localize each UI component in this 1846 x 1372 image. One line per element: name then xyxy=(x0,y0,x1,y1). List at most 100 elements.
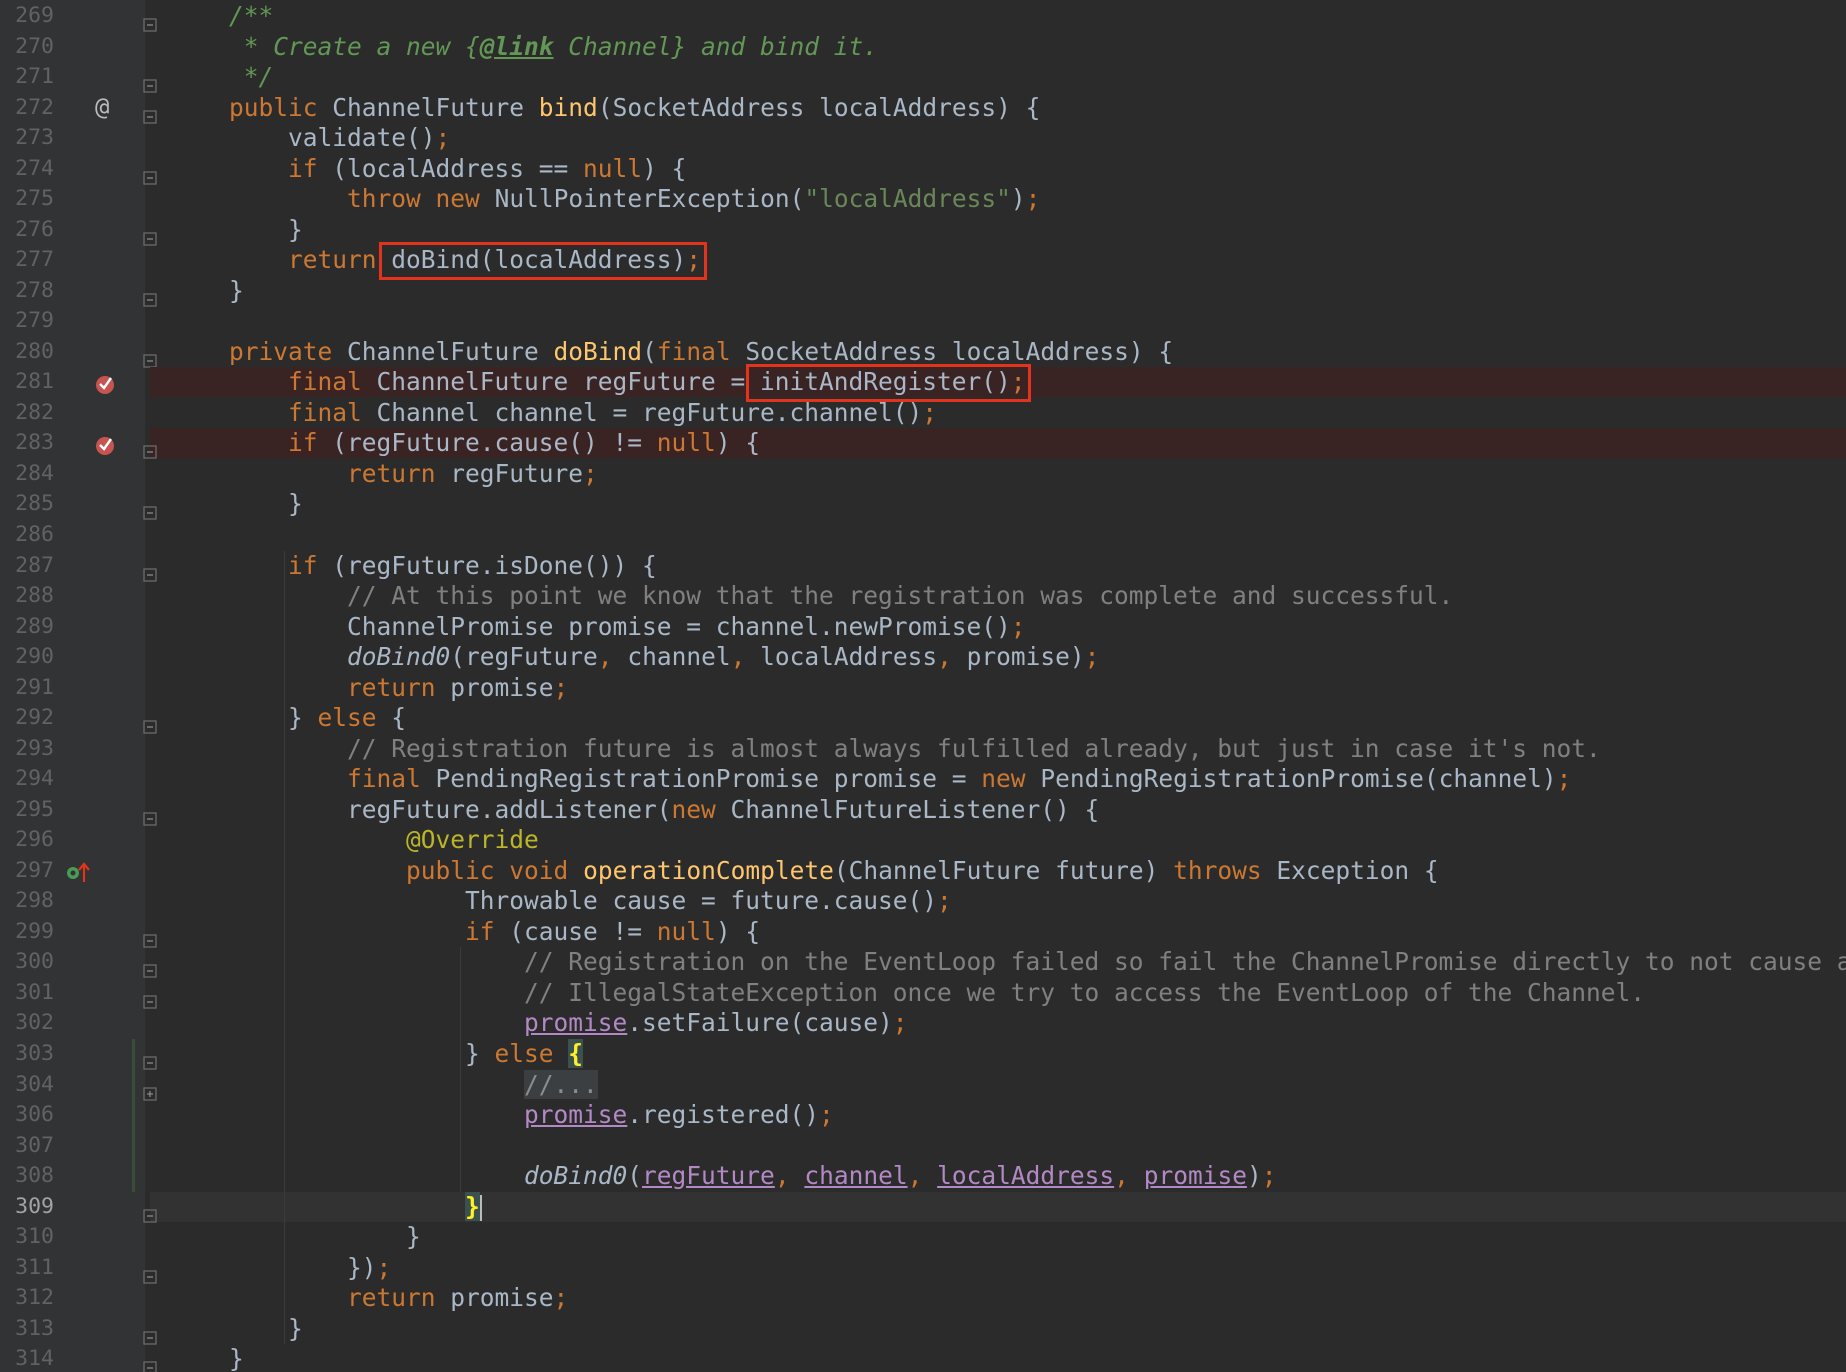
line-code[interactable]: //... xyxy=(170,1069,598,1100)
fold-collapse-icon[interactable] xyxy=(143,955,157,979)
line-number[interactable]: 308 xyxy=(0,1161,54,1191)
line-code[interactable]: public void operationComplete(ChannelFut… xyxy=(170,856,1439,886)
line-number[interactable]: 291 xyxy=(0,673,54,703)
line-code[interactable]: }); xyxy=(170,1253,391,1283)
line-number[interactable]: 286 xyxy=(0,520,54,550)
line-number[interactable]: 285 xyxy=(0,489,54,519)
line-number[interactable]: 307 xyxy=(0,1131,54,1161)
fold-collapse-icon[interactable] xyxy=(143,223,157,246)
line-code[interactable]: if (regFuture.cause() != null) { xyxy=(170,428,760,458)
fold-collapse-icon[interactable] xyxy=(143,1322,157,1345)
line-code[interactable]: } xyxy=(170,1344,244,1372)
code-line[interactable]: 308 doBind0(regFuture, channel, localAdd… xyxy=(0,1161,1846,1191)
fold-collapse-icon[interactable] xyxy=(143,9,157,32)
fold-collapse-icon[interactable] xyxy=(143,345,157,368)
line-number[interactable]: 282 xyxy=(0,398,54,428)
line-code[interactable]: } xyxy=(170,489,303,519)
line-code[interactable]: private ChannelFuture doBind(final Socke… xyxy=(170,337,1173,367)
line-number[interactable]: 273 xyxy=(0,123,54,153)
override-up-arrow-icon[interactable] xyxy=(66,861,90,883)
line-code[interactable]: } else { xyxy=(170,1039,584,1069)
fold-collapse-icon[interactable] xyxy=(143,70,157,93)
line-code[interactable]: // IllegalStateException once we try to … xyxy=(170,978,1645,1008)
code-line[interactable]: 291 return promise; xyxy=(0,673,1846,703)
code-line[interactable]: 278 } xyxy=(0,276,1846,307)
code-line[interactable]: 294 final PendingRegistrationPromise pro… xyxy=(0,764,1846,794)
line-code[interactable]: if (regFuture.isDone()) { xyxy=(170,551,657,581)
line-number[interactable]: 313 xyxy=(0,1314,54,1344)
code-line[interactable]: 312 return promise; xyxy=(0,1283,1846,1313)
code-line[interactable]: 284 return regFuture; xyxy=(0,459,1846,489)
code-line[interactable]: 293 // Registration future is almost alw… xyxy=(0,734,1846,764)
line-number[interactable]: 283 xyxy=(0,428,54,458)
code-line[interactable]: 302 promise.setFailure(cause); xyxy=(0,1008,1846,1038)
fold-collapse-icon[interactable] xyxy=(143,497,157,521)
line-code[interactable]: // Registration on the EventLoop failed … xyxy=(170,947,1846,977)
line-code[interactable]: // At this point we know that the regist… xyxy=(170,581,1453,611)
fold-collapse-icon[interactable] xyxy=(143,1261,157,1284)
line-number[interactable]: 294 xyxy=(0,764,54,794)
code-line[interactable]: 270 * Create a new {@link Channel} and b… xyxy=(0,32,1846,62)
line-number[interactable]: 304 xyxy=(0,1070,54,1100)
line-number[interactable]: 301 xyxy=(0,978,54,1008)
code-line[interactable]: 310 } xyxy=(0,1222,1846,1252)
code-line[interactable]: 280 private ChannelFuture doBind(final S… xyxy=(0,337,1846,368)
line-number[interactable]: 275 xyxy=(0,184,54,214)
line-code[interactable]: doBind0(regFuture, channel, localAddress… xyxy=(170,642,1099,672)
line-code[interactable]: promise.setFailure(cause); xyxy=(170,1008,908,1038)
line-number[interactable]: 290 xyxy=(0,642,54,672)
code-line[interactable]: 276 } xyxy=(0,215,1846,246)
line-number[interactable]: 269 xyxy=(0,1,54,31)
line-number[interactable]: 296 xyxy=(0,825,54,855)
line-number[interactable]: 272 xyxy=(0,93,54,123)
code-line[interactable]: 303 } else { xyxy=(0,1039,1846,1070)
line-number[interactable]: 302 xyxy=(0,1008,54,1038)
code-line[interactable]: 306 promise.registered(); xyxy=(0,1100,1846,1130)
breakpoint-icon[interactable] xyxy=(94,433,116,456)
at-sign-implementation-icon[interactable]: @ xyxy=(95,92,117,121)
fold-collapse-icon[interactable] xyxy=(143,986,157,1009)
code-editor[interactable]: 269 /** 270 * Create a new {@link Channel… xyxy=(0,0,1846,1372)
line-number[interactable]: 287 xyxy=(0,551,54,581)
code-line[interactable]: 283 if (regFuture.cause() != null) { xyxy=(0,428,1846,460)
line-number[interactable]: 293 xyxy=(0,734,54,764)
line-number[interactable]: 270 xyxy=(0,32,54,62)
fold-collapse-icon[interactable] xyxy=(143,711,157,734)
code-line[interactable]: 311 }); xyxy=(0,1253,1846,1284)
line-code[interactable]: final Channel channel = regFuture.channe… xyxy=(170,398,937,428)
code-line[interactable]: 272 @ public ChannelFuture bind(SocketAdd… xyxy=(0,92,1846,124)
code-line[interactable]: 307 xyxy=(0,1131,1846,1161)
line-number[interactable]: 299 xyxy=(0,917,54,947)
fold-collapse-icon[interactable] xyxy=(143,1352,157,1372)
line-number[interactable]: 288 xyxy=(0,581,54,611)
line-number[interactable]: 310 xyxy=(0,1222,54,1252)
line-number[interactable]: 311 xyxy=(0,1253,54,1283)
line-code[interactable]: promise.registered(); xyxy=(170,1100,834,1130)
line-code[interactable]: doBind0(regFuture, channel, localAddress… xyxy=(170,1161,1276,1191)
code-line[interactable]: 286 xyxy=(0,520,1846,550)
code-line[interactable]: 287 if (regFuture.isDone()) { xyxy=(0,551,1846,582)
code-line[interactable]: 289 ChannelPromise promise = channel.new… xyxy=(0,612,1846,642)
code-line[interactable]: 285 } xyxy=(0,489,1846,521)
fold-collapse-icon[interactable] xyxy=(143,1047,157,1070)
line-code[interactable]: } xyxy=(170,1222,421,1252)
breakpoint-icon[interactable] xyxy=(94,372,116,395)
code-line[interactable]: 295 regFuture.addListener(new ChannelFut… xyxy=(0,795,1846,826)
fold-collapse-icon[interactable] xyxy=(143,1200,157,1223)
line-code[interactable]: } else { xyxy=(170,703,406,733)
fold-collapse-icon[interactable] xyxy=(143,436,157,460)
line-code[interactable]: return promise; xyxy=(170,673,568,703)
code-line[interactable]: 269 /** xyxy=(0,1,1846,32)
fold-collapse-icon[interactable] xyxy=(143,101,157,124)
line-code[interactable]: public ChannelFuture bind(SocketAddress … xyxy=(170,93,1040,123)
line-number[interactable]: 312 xyxy=(0,1283,54,1313)
code-line[interactable]: 309 } xyxy=(0,1191,1846,1223)
code-line[interactable]: 275 throw new NullPointerException("loca… xyxy=(0,184,1846,214)
line-number[interactable]: 279 xyxy=(0,306,54,336)
line-number[interactable]: 298 xyxy=(0,886,54,916)
line-number[interactable]: 303 xyxy=(0,1039,54,1069)
code-line[interactable]: 292 } else { xyxy=(0,703,1846,734)
fold-collapse-icon[interactable] xyxy=(143,925,157,948)
line-code[interactable]: if (localAddress == null) { xyxy=(170,154,686,184)
code-line[interactable]: 290 doBind0(regFuture, channel, localAdd… xyxy=(0,642,1846,672)
